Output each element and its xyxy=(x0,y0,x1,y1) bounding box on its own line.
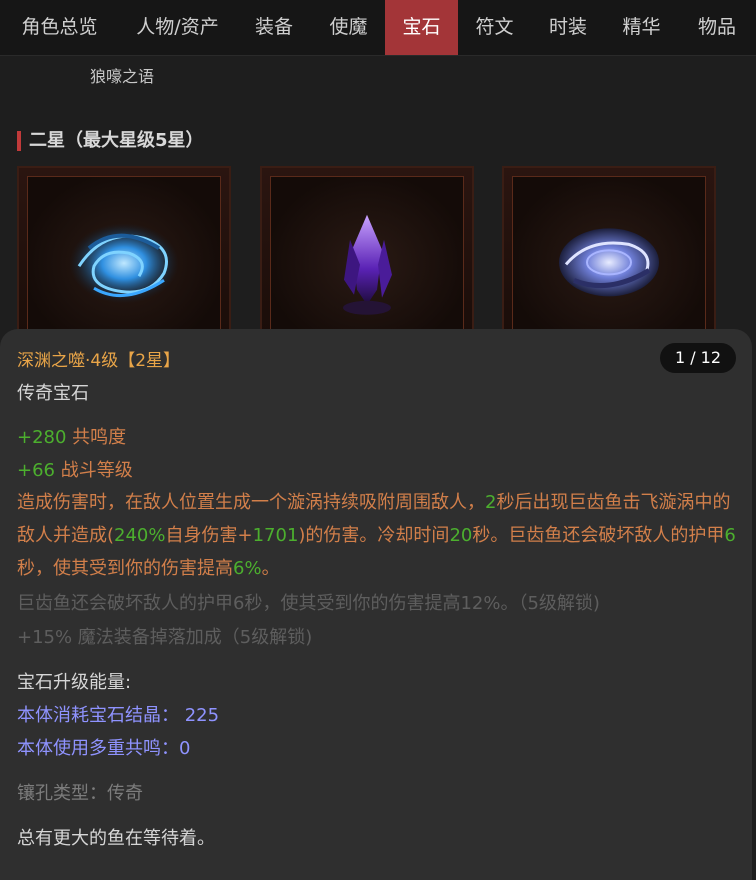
tab-character-assets[interactable]: 人物/资产 xyxy=(119,0,236,55)
tab-runes[interactable]: 符文 xyxy=(458,0,531,55)
upgrade-resonance: 本体使用多重共鸣：0 xyxy=(17,738,191,759)
socket-type: 镶孔类型：传奇 xyxy=(17,783,143,804)
tab-cosmetics[interactable]: 时装 xyxy=(531,0,605,55)
subnav-item[interactable]: 狼嚎之语 xyxy=(90,63,154,87)
tab-bar: 角色总览 人物/资产 装备 使魔 宝石 符文 时装 精华 物品 xyxy=(0,0,756,56)
pager[interactable]: 1 / 12 xyxy=(660,343,736,373)
gem-tooltip: 深渊之噬·4级【2星】 1 / 12 传奇宝石 +280 共鸣度 +66 战斗等… xyxy=(0,329,752,880)
stat-combat-level: +66 战斗等级 xyxy=(17,460,133,481)
upgrade-crystal-cost: 本体消耗宝石结晶： 225 xyxy=(17,705,220,726)
blue-orb-gem-icon xyxy=(559,227,659,296)
section-title: 二星（最大星级5星） xyxy=(17,130,204,152)
locked-effect: 巨齿鱼还会破坏敌人的护甲6秒，使其受到你的伤害提高12%。（5级解锁) xyxy=(17,593,600,614)
purple-crystal-gem-icon xyxy=(343,214,392,315)
tab-gems[interactable]: 宝石 xyxy=(385,0,458,55)
tab-essence[interactable]: 精华 xyxy=(605,0,678,55)
tab-familiar[interactable]: 使魔 xyxy=(312,0,385,55)
upgrade-title: 宝石升级能量: xyxy=(17,672,132,693)
gem-card[interactable] xyxy=(17,166,231,336)
tab-items[interactable]: 物品 xyxy=(678,0,756,55)
gem-card[interactable] xyxy=(502,166,716,336)
gem-card[interactable] xyxy=(260,166,474,336)
stat-resonance: +280 共鸣度 xyxy=(17,427,127,448)
tab-equipment[interactable]: 装备 xyxy=(236,0,312,55)
blue-vortex-gem-icon xyxy=(69,222,179,303)
flavor-text: 总有更大的鱼在等待着。 xyxy=(17,828,215,849)
gem-name: 深渊之噬·4级【2星】 xyxy=(17,351,181,371)
tab-character-overview[interactable]: 角色总览 xyxy=(0,0,119,55)
locked-effect: +15% 魔法装备掉落加成（5级解锁) xyxy=(17,627,313,648)
gem-effect: 造成伤害时，在敌人位置生成一个漩涡持续吸附周围敌人，2秒后出现巨齿鱼击飞漩涡中的… xyxy=(17,492,736,579)
gem-type: 传奇宝石 xyxy=(17,383,89,404)
